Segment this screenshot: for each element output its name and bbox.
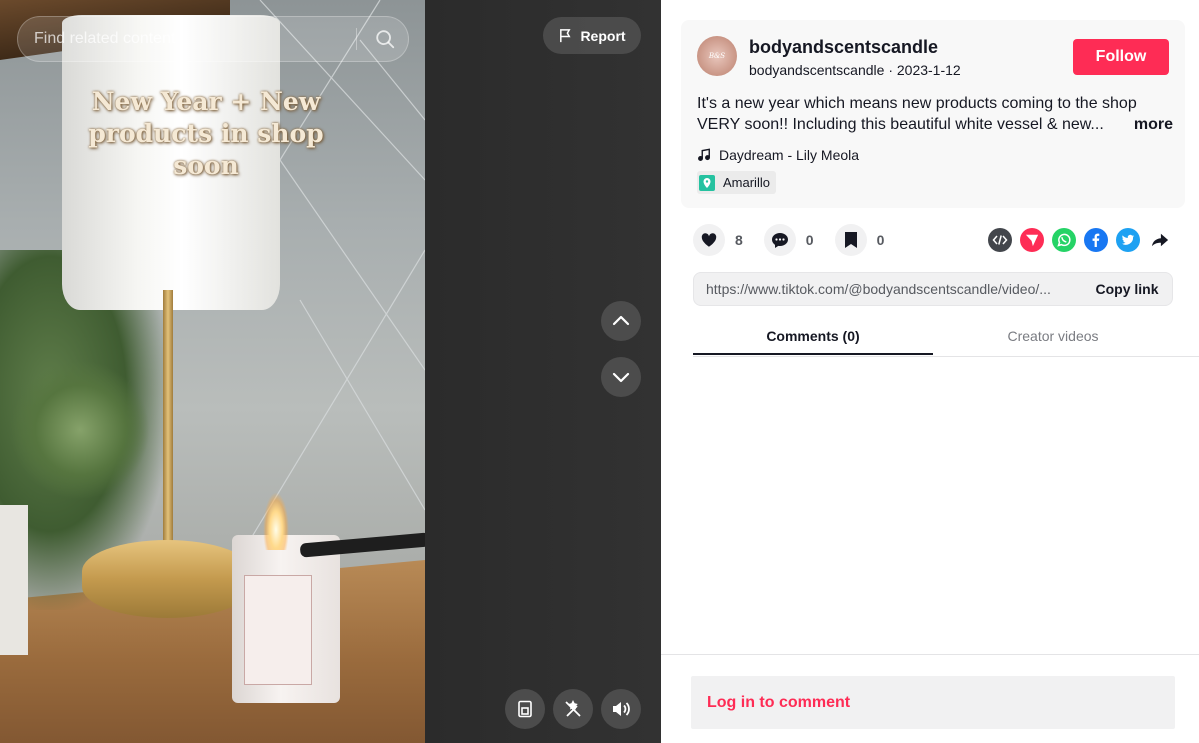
flag-icon	[560, 29, 571, 43]
video-url[interactable]: https://www.tiktok.com/@bodyandscentscan…	[706, 281, 1076, 297]
heart-icon	[701, 233, 717, 247]
copy-link-button[interactable]: Copy link	[1082, 273, 1172, 305]
comment-button[interactable]	[763, 224, 796, 256]
comment-tabs: Comments (0) Creator videos	[693, 316, 1199, 357]
video-link-box: https://www.tiktok.com/@bodyandscentscan…	[693, 272, 1173, 306]
video-info-card: B&S bodyandscentscandle bodyandscentscan…	[681, 20, 1185, 208]
like-action[interactable]: 8	[693, 224, 743, 256]
lamp-base	[82, 540, 252, 618]
plant-pot	[0, 505, 28, 655]
engagement-actions: 8 0 0	[693, 224, 905, 256]
more-link[interactable]: more	[1134, 114, 1173, 135]
location-tag[interactable]: Amarillo	[697, 171, 776, 194]
device-switch-icon	[518, 700, 532, 718]
tab-comments[interactable]: Comments (0)	[693, 316, 933, 356]
report-button[interactable]: Report	[543, 17, 641, 54]
share-options	[988, 228, 1172, 252]
author-username[interactable]: bodyandscentscandle	[749, 37, 938, 58]
video-frame[interactable]: New Year + New products in shop soon	[0, 0, 425, 743]
paper-plane-icon	[1025, 234, 1039, 247]
description-line-2: VERY soon!! Including this beautiful whi…	[697, 116, 1104, 133]
location-name: Amarillo	[723, 175, 770, 190]
tiktok-video-page: New Year + New products in shop soon Rep…	[0, 0, 1199, 743]
share-arrow-icon	[1151, 233, 1169, 247]
next-video-button[interactable]	[601, 357, 641, 397]
video-overlay-caption: New Year + New products in shop soon	[88, 87, 324, 180]
save-count: 0	[876, 232, 885, 248]
previous-video-button[interactable]	[601, 301, 641, 341]
send-to-friends-button[interactable]	[1020, 228, 1044, 252]
description-line-2-row: VERY soon!! Including this beautiful whi…	[697, 114, 1173, 135]
description-line-1: It's a new year which means new products…	[697, 95, 1137, 112]
effects-button[interactable]	[553, 689, 593, 729]
tab-comments-label: Comments (0)	[766, 328, 860, 344]
tab-creator-videos-label: Creator videos	[1007, 328, 1099, 344]
candle-label	[244, 575, 312, 685]
facebook-icon	[1092, 233, 1100, 247]
picture-in-picture-button[interactable]	[505, 689, 545, 729]
candle-flame	[263, 492, 289, 550]
details-panel: B&S bodyandscentscandle bodyandscentscan…	[661, 0, 1199, 743]
volume-button[interactable]	[601, 689, 641, 729]
save-action[interactable]: 0	[834, 224, 885, 256]
report-label: Report	[580, 27, 626, 44]
whatsapp-icon	[1057, 233, 1071, 247]
follow-button[interactable]: Follow	[1073, 39, 1169, 75]
search-button[interactable]	[368, 22, 402, 56]
more-share-button[interactable]	[1148, 228, 1172, 252]
facebook-share-button[interactable]	[1084, 228, 1108, 252]
whatsapp-share-button[interactable]	[1052, 228, 1076, 252]
comment-count: 0	[805, 232, 814, 248]
video-player[interactable]: New Year + New products in shop soon Rep…	[0, 0, 661, 743]
twitter-icon	[1121, 234, 1135, 245]
embed-button[interactable]	[988, 228, 1012, 252]
search-input[interactable]	[34, 17, 354, 61]
speaker-icon	[613, 702, 630, 716]
lamp-pole	[163, 290, 173, 560]
video-description: It's a new year which means new products…	[697, 93, 1173, 135]
embed-code-icon	[992, 235, 1008, 245]
search-icon	[376, 30, 395, 49]
author-subline: bodyandscentscandle · 2023-1-12	[749, 62, 961, 78]
avatar[interactable]: B&S	[697, 36, 737, 76]
comment-action[interactable]: 0	[763, 224, 814, 256]
music-link[interactable]: Daydream - Lily Meola	[697, 145, 859, 165]
like-button[interactable]	[693, 224, 725, 256]
search-divider	[356, 28, 357, 50]
twitter-share-button[interactable]	[1116, 228, 1140, 252]
comment-bubble-icon	[771, 233, 788, 248]
location-pin-icon	[699, 174, 715, 191]
search-bar[interactable]	[17, 16, 409, 62]
like-count: 8	[735, 232, 743, 248]
login-to-comment-button[interactable]: Log in to comment	[691, 676, 1175, 729]
active-tab-indicator	[693, 353, 933, 355]
magic-wand-icon	[565, 699, 581, 717]
music-note-icon	[698, 148, 710, 161]
avatar-logo: B&S	[708, 52, 726, 60]
bookmark-icon	[844, 232, 857, 248]
comment-footer: Log in to comment	[661, 654, 1199, 743]
tab-creator-videos[interactable]: Creator videos	[933, 316, 1173, 356]
save-button[interactable]	[834, 224, 867, 256]
chevron-down-icon	[612, 372, 630, 383]
plant-leaves	[10, 360, 150, 500]
music-title: Daydream - Lily Meola	[719, 147, 860, 163]
chevron-up-icon	[612, 315, 630, 326]
